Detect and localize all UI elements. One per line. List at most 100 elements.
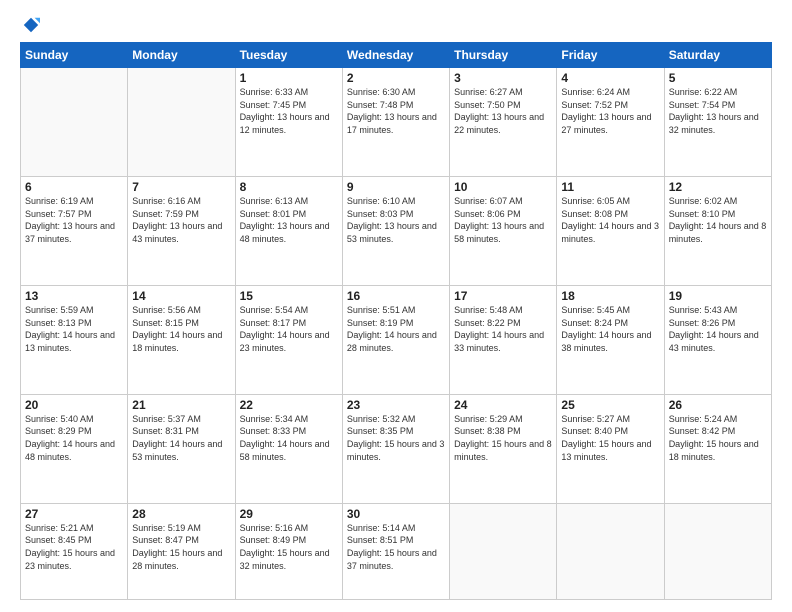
header-day-wednesday: Wednesday — [342, 43, 449, 68]
day-number: 14 — [132, 289, 230, 303]
calendar-cell-1-2 — [128, 68, 235, 177]
day-info: Sunrise: 6:33 AM Sunset: 7:45 PM Dayligh… — [240, 86, 338, 136]
day-number: 20 — [25, 398, 123, 412]
day-number: 21 — [132, 398, 230, 412]
day-info: Sunrise: 5:21 AM Sunset: 8:45 PM Dayligh… — [25, 522, 123, 572]
day-info: Sunrise: 6:10 AM Sunset: 8:03 PM Dayligh… — [347, 195, 445, 245]
header-day-sunday: Sunday — [21, 43, 128, 68]
calendar-cell-3-1: 13Sunrise: 5:59 AM Sunset: 8:13 PM Dayli… — [21, 285, 128, 394]
day-number: 1 — [240, 71, 338, 85]
calendar-cell-3-7: 19Sunrise: 5:43 AM Sunset: 8:26 PM Dayli… — [664, 285, 771, 394]
day-number: 28 — [132, 507, 230, 521]
calendar-cell-3-3: 15Sunrise: 5:54 AM Sunset: 8:17 PM Dayli… — [235, 285, 342, 394]
calendar-cell-5-7 — [664, 503, 771, 599]
day-info: Sunrise: 5:27 AM Sunset: 8:40 PM Dayligh… — [561, 413, 659, 463]
calendar-cell-2-5: 10Sunrise: 6:07 AM Sunset: 8:06 PM Dayli… — [450, 176, 557, 285]
calendar-cell-3-4: 16Sunrise: 5:51 AM Sunset: 8:19 PM Dayli… — [342, 285, 449, 394]
day-info: Sunrise: 5:29 AM Sunset: 8:38 PM Dayligh… — [454, 413, 552, 463]
day-info: Sunrise: 5:51 AM Sunset: 8:19 PM Dayligh… — [347, 304, 445, 354]
calendar-cell-4-3: 22Sunrise: 5:34 AM Sunset: 8:33 PM Dayli… — [235, 394, 342, 503]
day-number: 5 — [669, 71, 767, 85]
calendar-cell-4-5: 24Sunrise: 5:29 AM Sunset: 8:38 PM Dayli… — [450, 394, 557, 503]
day-info: Sunrise: 5:19 AM Sunset: 8:47 PM Dayligh… — [132, 522, 230, 572]
day-number: 22 — [240, 398, 338, 412]
header — [20, 16, 772, 34]
header-day-thursday: Thursday — [450, 43, 557, 68]
header-day-saturday: Saturday — [664, 43, 771, 68]
calendar-cell-2-3: 8Sunrise: 6:13 AM Sunset: 8:01 PM Daylig… — [235, 176, 342, 285]
day-number: 2 — [347, 71, 445, 85]
calendar-cell-3-2: 14Sunrise: 5:56 AM Sunset: 8:15 PM Dayli… — [128, 285, 235, 394]
day-number: 26 — [669, 398, 767, 412]
day-number: 27 — [25, 507, 123, 521]
calendar-table: SundayMondayTuesdayWednesdayThursdayFrid… — [20, 42, 772, 600]
day-number: 3 — [454, 71, 552, 85]
day-info: Sunrise: 5:34 AM Sunset: 8:33 PM Dayligh… — [240, 413, 338, 463]
day-number: 13 — [25, 289, 123, 303]
week-row-5: 27Sunrise: 5:21 AM Sunset: 8:45 PM Dayli… — [21, 503, 772, 599]
page: SundayMondayTuesdayWednesdayThursdayFrid… — [0, 0, 792, 612]
calendar-cell-5-3: 29Sunrise: 5:16 AM Sunset: 8:49 PM Dayli… — [235, 503, 342, 599]
calendar-cell-4-2: 21Sunrise: 5:37 AM Sunset: 8:31 PM Dayli… — [128, 394, 235, 503]
day-number: 19 — [669, 289, 767, 303]
day-number: 12 — [669, 180, 767, 194]
day-number: 7 — [132, 180, 230, 194]
logo-icon — [22, 16, 40, 34]
day-info: Sunrise: 5:59 AM Sunset: 8:13 PM Dayligh… — [25, 304, 123, 354]
calendar-body: 1Sunrise: 6:33 AM Sunset: 7:45 PM Daylig… — [21, 68, 772, 600]
calendar-cell-2-4: 9Sunrise: 6:10 AM Sunset: 8:03 PM Daylig… — [342, 176, 449, 285]
day-number: 18 — [561, 289, 659, 303]
day-info: Sunrise: 6:05 AM Sunset: 8:08 PM Dayligh… — [561, 195, 659, 245]
day-number: 10 — [454, 180, 552, 194]
day-info: Sunrise: 5:54 AM Sunset: 8:17 PM Dayligh… — [240, 304, 338, 354]
day-info: Sunrise: 6:19 AM Sunset: 7:57 PM Dayligh… — [25, 195, 123, 245]
week-row-1: 1Sunrise: 6:33 AM Sunset: 7:45 PM Daylig… — [21, 68, 772, 177]
day-info: Sunrise: 5:14 AM Sunset: 8:51 PM Dayligh… — [347, 522, 445, 572]
day-info: Sunrise: 6:27 AM Sunset: 7:50 PM Dayligh… — [454, 86, 552, 136]
calendar-cell-4-4: 23Sunrise: 5:32 AM Sunset: 8:35 PM Dayli… — [342, 394, 449, 503]
day-info: Sunrise: 5:24 AM Sunset: 8:42 PM Dayligh… — [669, 413, 767, 463]
day-info: Sunrise: 6:30 AM Sunset: 7:48 PM Dayligh… — [347, 86, 445, 136]
day-info: Sunrise: 5:37 AM Sunset: 8:31 PM Dayligh… — [132, 413, 230, 463]
calendar-cell-1-1 — [21, 68, 128, 177]
calendar-cell-5-5 — [450, 503, 557, 599]
calendar-cell-2-7: 12Sunrise: 6:02 AM Sunset: 8:10 PM Dayli… — [664, 176, 771, 285]
day-number: 8 — [240, 180, 338, 194]
week-row-2: 6Sunrise: 6:19 AM Sunset: 7:57 PM Daylig… — [21, 176, 772, 285]
day-number: 17 — [454, 289, 552, 303]
header-day-friday: Friday — [557, 43, 664, 68]
day-number: 23 — [347, 398, 445, 412]
calendar-cell-1-4: 2Sunrise: 6:30 AM Sunset: 7:48 PM Daylig… — [342, 68, 449, 177]
header-day-monday: Monday — [128, 43, 235, 68]
calendar-cell-5-2: 28Sunrise: 5:19 AM Sunset: 8:47 PM Dayli… — [128, 503, 235, 599]
week-row-4: 20Sunrise: 5:40 AM Sunset: 8:29 PM Dayli… — [21, 394, 772, 503]
calendar-cell-4-6: 25Sunrise: 5:27 AM Sunset: 8:40 PM Dayli… — [557, 394, 664, 503]
calendar-cell-5-6 — [557, 503, 664, 599]
calendar-cell-3-6: 18Sunrise: 5:45 AM Sunset: 8:24 PM Dayli… — [557, 285, 664, 394]
day-info: Sunrise: 6:13 AM Sunset: 8:01 PM Dayligh… — [240, 195, 338, 245]
day-number: 4 — [561, 71, 659, 85]
day-number: 24 — [454, 398, 552, 412]
day-info: Sunrise: 5:56 AM Sunset: 8:15 PM Dayligh… — [132, 304, 230, 354]
calendar-cell-1-5: 3Sunrise: 6:27 AM Sunset: 7:50 PM Daylig… — [450, 68, 557, 177]
calendar-cell-4-7: 26Sunrise: 5:24 AM Sunset: 8:42 PM Dayli… — [664, 394, 771, 503]
day-number: 25 — [561, 398, 659, 412]
day-info: Sunrise: 5:45 AM Sunset: 8:24 PM Dayligh… — [561, 304, 659, 354]
calendar-header-row: SundayMondayTuesdayWednesdayThursdayFrid… — [21, 43, 772, 68]
calendar-cell-2-2: 7Sunrise: 6:16 AM Sunset: 7:59 PM Daylig… — [128, 176, 235, 285]
calendar-cell-2-1: 6Sunrise: 6:19 AM Sunset: 7:57 PM Daylig… — [21, 176, 128, 285]
calendar-cell-1-3: 1Sunrise: 6:33 AM Sunset: 7:45 PM Daylig… — [235, 68, 342, 177]
calendar-cell-1-7: 5Sunrise: 6:22 AM Sunset: 7:54 PM Daylig… — [664, 68, 771, 177]
day-number: 6 — [25, 180, 123, 194]
day-info: Sunrise: 6:02 AM Sunset: 8:10 PM Dayligh… — [669, 195, 767, 245]
day-number: 15 — [240, 289, 338, 303]
day-number: 30 — [347, 507, 445, 521]
day-number: 29 — [240, 507, 338, 521]
week-row-3: 13Sunrise: 5:59 AM Sunset: 8:13 PM Dayli… — [21, 285, 772, 394]
day-info: Sunrise: 6:22 AM Sunset: 7:54 PM Dayligh… — [669, 86, 767, 136]
logo — [20, 16, 40, 34]
calendar-cell-4-1: 20Sunrise: 5:40 AM Sunset: 8:29 PM Dayli… — [21, 394, 128, 503]
day-info: Sunrise: 5:40 AM Sunset: 8:29 PM Dayligh… — [25, 413, 123, 463]
header-day-tuesday: Tuesday — [235, 43, 342, 68]
calendar-cell-1-6: 4Sunrise: 6:24 AM Sunset: 7:52 PM Daylig… — [557, 68, 664, 177]
